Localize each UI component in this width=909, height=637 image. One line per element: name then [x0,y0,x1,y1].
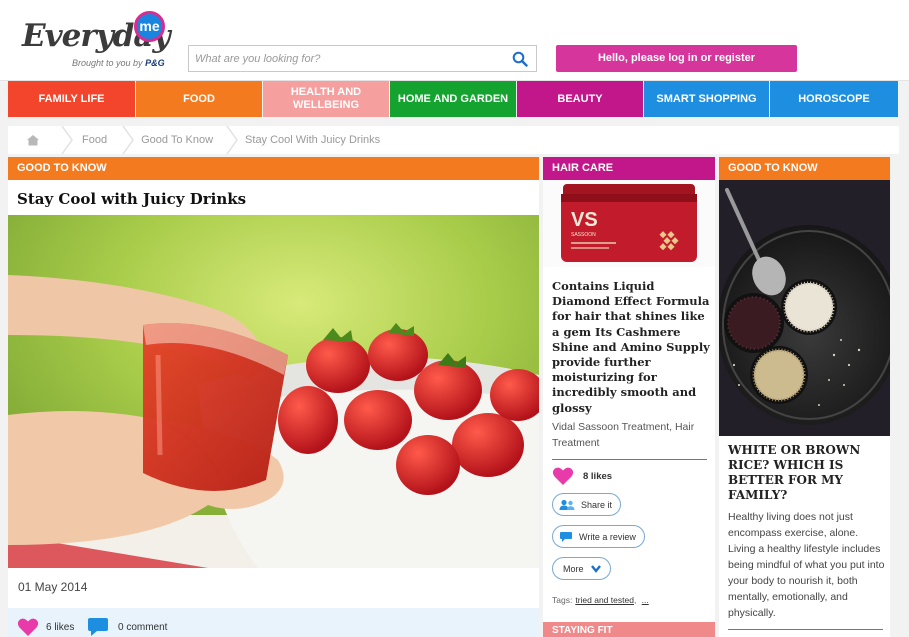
rice-article-card: GOOD TO KNOW WHITE OR BROWN RICE? WHICH … [719,157,890,637]
breadcrumb-label: Good To Know [141,134,214,146]
chevron-separator-icon [61,126,73,154]
right-category-bar[interactable]: GOOD TO KNOW [719,157,890,180]
nav-label: SMART SHOPPING [656,92,757,105]
heart-icon [552,467,574,485]
rice-bowls-image[interactable] [719,180,890,436]
nav-label: HEALTH AND WELLBEING [290,86,362,111]
nav-item-horoscope[interactable]: HOROSCOPE [770,81,898,117]
nav-label: FOOD [183,92,215,105]
nav-label: FAMILY LIFE [38,92,105,105]
home-icon [27,135,39,146]
site-header: Everyday me Brought to you by P&G Hello,… [0,0,909,81]
search-icon[interactable] [512,51,528,67]
article-comments[interactable]: 0 comment [87,617,167,637]
nav-item-food[interactable]: FOOD [136,81,262,117]
breadcrumb-item-current: Stay Cool With Juicy Drinks [245,126,406,154]
breadcrumb-item-good-to-know[interactable]: Good To Know [141,126,245,154]
article-date: 01 May 2014 [18,580,88,594]
share-button[interactable]: Share it [552,493,622,516]
likes-count: 8 likes [583,470,613,482]
nav-item-beauty[interactable]: BEAUTY [517,81,643,117]
write-review-button[interactable]: Write a review [552,525,645,548]
product-headline[interactable]: Contains Liquid Diamond Effect Formula f… [552,279,710,416]
divider [552,459,707,460]
hero-image-juice-strawberries [8,215,539,568]
nav-item-home-garden[interactable]: HOME AND GARDEN [390,81,516,117]
product-brand-text: VS [571,209,598,231]
nav-label: BEAUTY [557,92,603,105]
breadcrumb-home[interactable] [8,126,80,154]
chevron-down-icon [590,564,601,573]
article-social-bar: 6 likes 0 comment [8,608,539,637]
login-register-button[interactable]: Hello, please log in or register [556,45,797,72]
comment-bubble-icon [88,618,108,636]
logo-tagline: Brought to you by P&G [72,58,165,68]
nav-item-health-wellbeing[interactable]: HEALTH AND WELLBEING [263,81,389,117]
divider [728,629,883,630]
search-input[interactable] [189,46,499,71]
article-main: GOOD TO KNOW Stay Cool with Juicy Drinks [8,157,539,637]
nav-item-smart-shopping[interactable]: SMART SHOPPING [644,81,769,117]
speech-bubble-icon [560,531,572,542]
share-label: Share it [581,499,613,510]
tag-link-more[interactable]: ... [642,595,649,605]
logo-tagline-text: Brought to you by [72,58,143,68]
tag-link-tried-and-tested[interactable]: tried and tested [575,595,634,605]
hair-care-card: HAIR CARE VS SASSOON Contains Liquid Dia… [543,157,715,637]
main-nav: FAMILY LIFE FOOD HEALTH AND WELLBEING HO… [8,81,899,117]
article-likes[interactable]: 6 likes [17,617,74,637]
more-label: More [563,563,584,574]
nav-label: HOME AND GARDEN [397,92,509,105]
nav-item-family-life[interactable]: FAMILY LIFE [8,81,135,117]
heart-icon [17,618,39,636]
breadcrumb-item-food[interactable]: Food [80,126,141,154]
product-tags: Tags: tried and tested, ... [552,595,649,605]
logo-me-badge: me [134,11,165,42]
staying-fit-category-bar[interactable]: STAYING FIT [543,622,715,637]
more-button[interactable]: More [552,557,611,580]
rice-article-title[interactable]: WHITE OR BROWN RICE? WHICH IS BETTER FOR… [728,443,886,503]
search-box [188,45,537,72]
product-image-hair-mask[interactable]: VS SASSOON [543,180,715,267]
breadcrumb: Food Good To Know Stay Cool With Juicy D… [8,126,899,154]
rice-article-excerpt: Healthy living does not just encompass e… [728,511,885,619]
comments-count: 0 comment [118,621,168,633]
product-sub-text: SASSOON [571,232,596,238]
people-share-icon [559,499,575,510]
breadcrumb-label: Food [82,134,108,146]
product-likes[interactable]: 8 likes [552,466,612,486]
article-title: Stay Cool with Juicy Drinks [17,190,247,208]
write-review-label: Write a review [579,531,636,542]
chevron-separator-icon [226,126,238,154]
breadcrumb-label: Stay Cool With Juicy Drinks [245,134,381,146]
everyday-me-logo[interactable]: Everyday me Brought to you by P&G [22,10,172,72]
product-category-text: Vidal Sassoon Treatment, Hair Treatment [552,421,695,449]
article-category-bar[interactable]: GOOD TO KNOW [8,157,539,180]
tags-label: Tags: [552,595,573,605]
nav-label: HOROSCOPE [798,92,870,105]
likes-count: 6 likes [46,621,75,633]
logo-brand: P&G [145,58,165,68]
chevron-separator-icon [122,126,134,154]
hair-care-category-bar[interactable]: HAIR CARE [543,157,715,180]
